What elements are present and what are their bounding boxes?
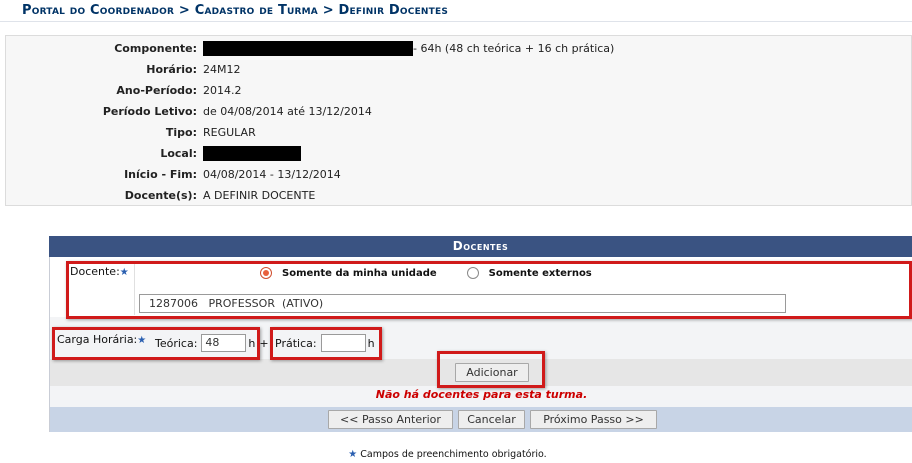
info-row-periodo-letivo: Período Letivo: de 04/08/2014 até 13/12/…: [6, 103, 372, 119]
breadcrumb-portal[interactable]: Portal do Coordenador: [22, 3, 174, 18]
info-row-inicio-fim: Início - Fim: 04/08/2014 - 13/12/2014: [6, 166, 341, 182]
local-label: Local:: [160, 146, 197, 160]
proximo-passo-button[interactable]: Próximo Passo >>: [530, 410, 657, 429]
tipo-value: REGULAR: [203, 125, 256, 139]
docentes-value: A DEFINIR DOCENTE: [203, 188, 316, 202]
info-row-tipo: Tipo: REGULAR: [6, 124, 256, 140]
info-row-docentes: Docente(s): A DEFINIR DOCENTE: [6, 187, 316, 203]
componente-label: Componente:: [114, 41, 197, 55]
local-value: [203, 145, 301, 161]
tipo-label: Tipo:: [165, 125, 197, 139]
redacted-block: [203, 40, 413, 56]
periodo-letivo-value: de 04/08/2014 até 13/12/2014: [203, 104, 372, 118]
breadcrumb-separator: >: [322, 3, 334, 18]
required-star-icon: ★: [348, 449, 358, 460]
highlight-adicionar: [437, 351, 545, 388]
info-row-local: Local:: [6, 145, 301, 161]
highlight-teorica: [52, 327, 260, 360]
inicio-fim-value: 04/08/2014 - 13/12/2014: [203, 167, 341, 181]
horario-label: Horário:: [146, 62, 197, 76]
passo-anterior-button[interactable]: << Passo Anterior: [328, 410, 453, 429]
ano-periodo-label: Ano-Período:: [116, 83, 197, 97]
page-title: Portal do Coordenador > Cadastro de Turm…: [22, 3, 448, 18]
empty-docentes-message: Não há docentes para esta turma.: [375, 388, 588, 401]
info-row-ano-periodo: Ano-Período: 2014.2: [6, 82, 242, 98]
panel-header: Docentes: [49, 236, 912, 257]
required-fields-note: ★ Campos de preenchimento obrigatório.: [348, 449, 547, 460]
redacted-block: [203, 145, 301, 161]
componente-carga: - 64h (48 ch teórica + 16 ch prática): [413, 41, 615, 55]
highlight-pratica: [270, 327, 382, 360]
info-row-horario: Horário: 24M12: [6, 61, 241, 77]
breadcrumb-current: Definir Docentes: [338, 3, 449, 18]
highlight-docente: [66, 261, 912, 319]
docentes-label: Docente(s):: [124, 188, 197, 202]
ano-periodo-value: 2014.2: [203, 83, 242, 97]
cancelar-button[interactable]: Cancelar: [458, 410, 525, 429]
info-row-componente: Componente: - 64h (48 ch teórica + 16 ch…: [6, 40, 614, 56]
inicio-fim-label: Início - Fim:: [124, 167, 197, 181]
horario-value: 24M12: [203, 62, 241, 76]
turma-info-box: Componente: - 64h (48 ch teórica + 16 ch…: [5, 35, 912, 206]
title-divider: [0, 21, 912, 22]
breadcrumb-cadastro[interactable]: Cadastro de Turma: [195, 3, 318, 18]
wizard-navigation: << Passo Anterior Cancelar Próximo Passo…: [50, 407, 912, 432]
periodo-letivo-label: Período Letivo:: [102, 104, 197, 118]
breadcrumb-separator: >: [178, 3, 190, 18]
componente-value: - 64h (48 ch teórica + 16 ch prática): [203, 40, 615, 56]
plus-sign: +: [259, 336, 269, 350]
